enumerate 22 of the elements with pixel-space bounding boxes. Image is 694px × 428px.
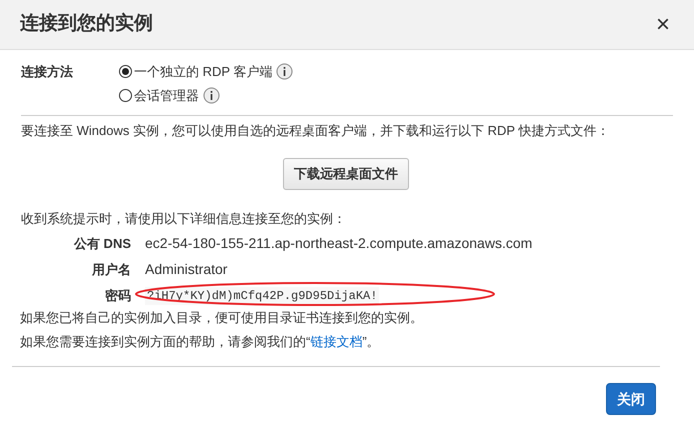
intro-text: 要连接至 Windows 实例，您可以使用自选的远程桌面客户端，并下载和运行以下 RDP 快捷方式文件：	[21, 122, 610, 140]
info-icon[interactable]	[203, 86, 220, 104]
dialog-title: 连接到您的实例	[20, 12, 153, 36]
method-label: 连接方法	[21, 63, 74, 81]
close-button[interactable]: ×	[656, 12, 670, 36]
note-text: 如果您已将自己的实例加入目录，便可使用目录证书连接到您的实例。	[20, 309, 424, 327]
radio-button[interactable]	[119, 65, 132, 78]
detail-value: Administrator	[145, 260, 228, 279]
radio-label[interactable]: 会话管理器	[134, 86, 199, 105]
password-value: ?iH7y*KY)dM)mCfq42P.g9D95DijaKA!	[145, 286, 380, 304]
radio-button[interactable]	[119, 88, 132, 102]
detail-label: 公有 DNS	[72, 234, 132, 253]
radio-label[interactable]: 一个独立的 RDP 客户端	[134, 62, 272, 82]
info-icon[interactable]	[276, 63, 294, 80]
help-text: 如果您需要连接到实例方面的帮助，请参阅我们的“链接文档”。	[20, 332, 381, 350]
detail-label: 密码	[104, 286, 132, 305]
docs-link[interactable]: 链接文档	[310, 334, 362, 348]
download-button[interactable]: 下载远程桌面文件	[283, 158, 409, 190]
close-dialog-button[interactable]: 关闭	[606, 383, 656, 415]
detail-value: ec2-54-180-155-211.ap-northeast-2.compute.amazonaws.com	[145, 234, 532, 253]
prompt-text: 收到系统提示时，请使用以下详细信息连接至您的实例：	[21, 210, 347, 228]
detail-label: 用户名	[90, 260, 132, 279]
